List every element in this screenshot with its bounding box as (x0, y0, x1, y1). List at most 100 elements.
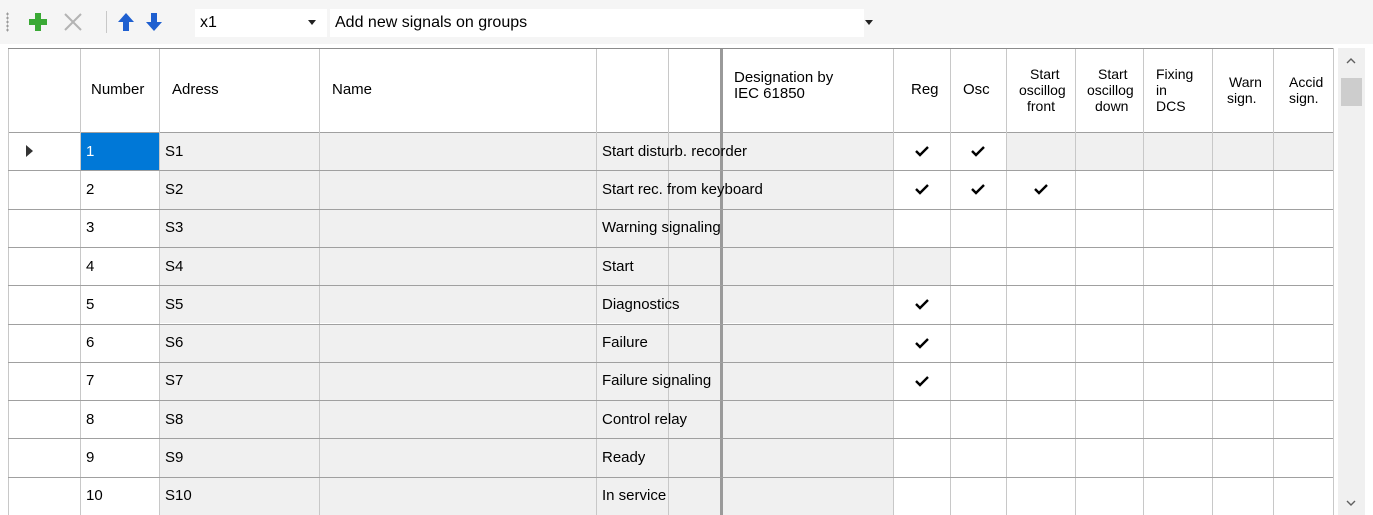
toolbar: x1 Add new signals on groups (0, 0, 1373, 44)
cell-address[interactable]: S9 (165, 438, 183, 476)
column-divider (668, 48, 669, 515)
scroll-up-icon[interactable] (1346, 56, 1356, 66)
header-warn-line1: Warn (1229, 74, 1262, 90)
checkmark-icon[interactable] (913, 334, 931, 352)
row-divider (8, 438, 1333, 440)
cell-address[interactable]: S1 (165, 132, 183, 170)
move-down-button[interactable] (141, 8, 167, 36)
checkmark-icon[interactable] (913, 372, 931, 390)
move-up-button[interactable] (113, 8, 139, 36)
header-fixing-line2: in (1156, 82, 1167, 98)
cell-name[interactable]: Start disturb. recorder (602, 132, 747, 170)
cell-name[interactable]: Control relay (602, 400, 687, 438)
group-mode-select[interactable]: Add new signals on groups (330, 9, 873, 37)
cell-address[interactable]: S8 (165, 400, 183, 438)
header-fixing[interactable]: Fixing in DCS (1156, 48, 1193, 132)
header-warn-line2: sign. (1227, 90, 1257, 106)
cell-name[interactable]: In service (602, 477, 666, 515)
column-divider (1143, 48, 1144, 515)
header-address[interactable]: Adress (172, 48, 219, 132)
scroll-down-icon[interactable] (1346, 498, 1356, 508)
cell-address[interactable]: S10 (165, 477, 192, 515)
cell-address[interactable]: S2 (165, 170, 183, 208)
cell-name[interactable]: Start rec. from keyboard (602, 170, 763, 208)
x-icon (64, 13, 82, 31)
cell-name[interactable]: Diagnostics (602, 285, 680, 323)
column-divider (1075, 48, 1076, 515)
readonly-fill (159, 170, 893, 209)
header-start-front-line2: oscillog (1019, 82, 1066, 98)
row-divider (8, 323, 1333, 325)
cell-number[interactable]: 2 (86, 170, 94, 208)
cell-address[interactable]: S3 (165, 209, 183, 247)
checkmark-icon[interactable] (1032, 180, 1050, 198)
toolbar-separator (106, 11, 107, 33)
checkmark-icon[interactable] (913, 142, 931, 160)
header-name[interactable]: Name (332, 48, 372, 132)
column-divider (80, 48, 81, 515)
toolbar-grip[interactable] (6, 12, 9, 32)
readonly-fill (893, 246, 950, 286)
checkmark-icon[interactable] (913, 180, 931, 198)
cell-name[interactable]: Warning signaling (602, 209, 721, 247)
grid-border (8, 48, 1333, 49)
cell-name[interactable]: Failure (602, 324, 648, 362)
cell-address[interactable]: S5 (165, 285, 183, 323)
cell-address[interactable]: S7 (165, 362, 183, 400)
cell-number[interactable]: 8 (86, 400, 94, 438)
cell-address[interactable]: S4 (165, 247, 183, 285)
cell-number[interactable]: 9 (86, 438, 94, 476)
header-designation[interactable]: Designation by IEC 61850 (734, 48, 833, 132)
cell-number[interactable]: 3 (86, 209, 94, 247)
cell-number[interactable]: 5 (86, 285, 94, 323)
column-divider (893, 48, 894, 515)
column-divider (596, 48, 597, 515)
column-divider (950, 48, 951, 515)
cell-number[interactable]: 7 (86, 362, 94, 400)
cell-number[interactable]: 4 (86, 247, 94, 285)
header-start-front-line3: front (1027, 98, 1056, 114)
column-divider (1273, 48, 1274, 515)
signals-grid: Number Adress Name Designation by IEC 61… (8, 48, 1338, 515)
column-divider (159, 48, 160, 515)
readonly-fill (159, 400, 893, 439)
add-signal-button[interactable] (25, 8, 51, 36)
cell-number[interactable]: 6 (86, 324, 94, 362)
cell-number[interactable]: 1 (86, 132, 94, 170)
checkmark-icon[interactable] (969, 180, 987, 198)
header-start-down-line1: Start (1098, 66, 1128, 82)
cell-name[interactable]: Start (602, 247, 634, 285)
header-start-down[interactable]: Start oscillog down (1087, 48, 1149, 132)
vertical-scrollbar[interactable] (1338, 48, 1365, 515)
header-number[interactable]: Number (91, 48, 144, 132)
column-divider (8, 48, 9, 515)
header-warn[interactable]: Warn sign. (1227, 48, 1279, 132)
cell-address[interactable]: S6 (165, 324, 183, 362)
header-osc[interactable]: Osc (963, 48, 990, 132)
multiplier-select[interactable]: x1 (195, 9, 327, 37)
arrow-up-icon (118, 13, 134, 31)
header-fixing-line3: DCS (1156, 98, 1186, 114)
column-divider (1333, 48, 1334, 515)
checkmark-icon[interactable] (913, 295, 931, 313)
column-divider (1212, 48, 1213, 515)
cell-name[interactable]: Ready (602, 438, 645, 476)
readonly-fill (159, 438, 893, 477)
readonly-fill (159, 285, 893, 324)
column-divider (319, 48, 320, 515)
scrollbar-thumb[interactable] (1341, 78, 1362, 106)
checkmark-icon[interactable] (969, 142, 987, 160)
cell-number[interactable]: 10 (86, 477, 103, 515)
readonly-fill (159, 132, 893, 171)
readonly-fill (159, 246, 893, 286)
header-start-front-line1: Start (1030, 66, 1060, 82)
readonly-fill (159, 208, 893, 247)
row-divider (8, 246, 1333, 248)
arrow-down-icon (146, 13, 162, 31)
header-reg[interactable]: Reg (911, 48, 939, 132)
plus-icon (29, 13, 47, 31)
cell-name[interactable]: Failure signaling (602, 362, 711, 400)
delete-signal-button[interactable] (60, 8, 86, 36)
header-accid[interactable]: Accid sign. (1289, 48, 1337, 132)
header-start-front[interactable]: Start oscillog front (1019, 48, 1081, 132)
